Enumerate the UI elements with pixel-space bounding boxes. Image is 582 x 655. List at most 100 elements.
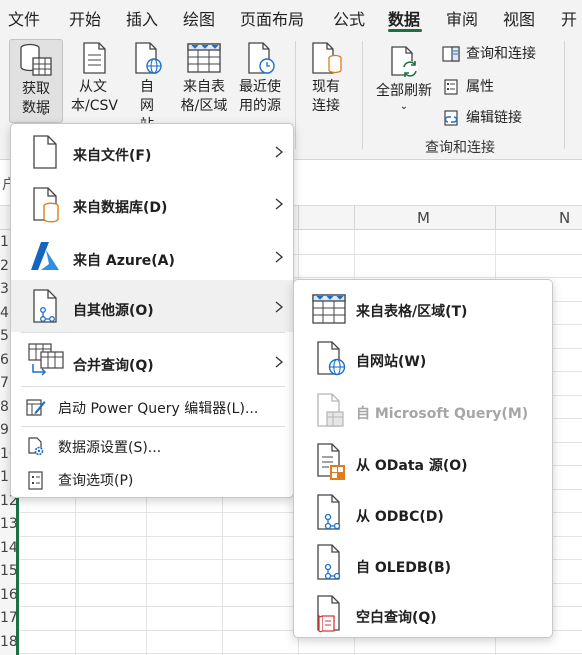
row-header[interactable]: 4 bbox=[0, 305, 9, 321]
submenu-item-from-table-range[interactable]: 来自表格/区域(T) bbox=[294, 284, 552, 334]
data-source-settings-icon bbox=[28, 437, 44, 456]
table-icon bbox=[312, 294, 346, 324]
column-header-n[interactable]: N bbox=[559, 209, 570, 227]
table-icon bbox=[187, 43, 221, 73]
file-icon bbox=[33, 135, 57, 169]
row-header[interactable]: 5 bbox=[0, 328, 9, 344]
menu-item-query-options[interactable]: 查询选项(P) bbox=[11, 464, 293, 498]
menu-item-launch-power-query[interactable]: 启动 Power Query 编辑器(L)... bbox=[11, 388, 293, 426]
tab-developer[interactable]: 开 bbox=[561, 6, 577, 30]
queries-connections-button[interactable]: 查询和连接 bbox=[442, 43, 536, 63]
edit-links-button[interactable]: 编辑链接 bbox=[442, 107, 522, 127]
get-data-menu: 来自文件(F) 来自数据库(D) 来自 Azure(A) 自其他源(O) 合并查… bbox=[10, 123, 294, 498]
tab-home[interactable]: 开始 bbox=[69, 6, 101, 30]
menu-item-from-azure[interactable]: 来自 Azure(A) bbox=[11, 230, 293, 282]
chevron-right-icon bbox=[275, 251, 284, 263]
get-data-button[interactable]: 获取数据 bbox=[9, 39, 63, 123]
tab-data[interactable]: 数据 bbox=[388, 6, 420, 30]
chevron-right-icon bbox=[275, 198, 284, 210]
combine-queries-icon bbox=[28, 343, 64, 376]
menu-item-from-database[interactable]: 来自数据库(D) bbox=[11, 178, 293, 230]
submenu-item-blank-query[interactable]: 空白查询(Q) bbox=[294, 590, 552, 638]
text-file-icon bbox=[83, 42, 106, 74]
properties-icon bbox=[444, 79, 458, 95]
menu-item-label: 来自文件(F) bbox=[73, 148, 152, 164]
submenu-item-label: 自网站(W) bbox=[356, 354, 427, 370]
menu-item-from-file[interactable]: 来自文件(F) bbox=[11, 126, 293, 178]
from-text-csv-button[interactable]: 从文本/CSV bbox=[68, 41, 118, 116]
tab-formulas[interactable]: 公式 bbox=[333, 6, 365, 30]
chevron-right-icon bbox=[275, 146, 284, 158]
menu-item-data-source-settings[interactable]: 数据源设置(S)... bbox=[11, 428, 293, 464]
row-header[interactable]: 2 bbox=[0, 258, 9, 274]
get-data-label: 获取数据 bbox=[22, 81, 50, 116]
menu-item-combine-queries[interactable]: 合并查询(Q) bbox=[11, 334, 293, 386]
row-header[interactable]: 7 bbox=[0, 375, 9, 391]
refresh-all-button[interactable]: 全部刷新 ⌄ bbox=[372, 45, 436, 113]
power-query-editor-icon bbox=[26, 399, 46, 416]
tab-page-layout[interactable]: 页面布局 bbox=[240, 6, 304, 30]
tab-draw[interactable]: 绘图 bbox=[183, 6, 215, 30]
submenu-item-from-web[interactable]: 自网站(W) bbox=[294, 334, 552, 386]
refresh-icon bbox=[391, 46, 418, 77]
menu-item-label: 查询选项(P) bbox=[58, 473, 134, 489]
odbc-icon bbox=[317, 494, 341, 530]
from-web-button[interactable]: 自网站 bbox=[125, 41, 169, 135]
row-header[interactable]: 8 bbox=[0, 399, 9, 415]
azure-icon bbox=[31, 242, 59, 270]
menu-separator bbox=[21, 332, 285, 333]
menu-item-label: 来自数据库(D) bbox=[73, 200, 168, 216]
existing-connections-label: 现有连接 bbox=[312, 79, 340, 114]
recent-clock-icon bbox=[248, 42, 275, 74]
submenu-item-from-odata[interactable]: 从 OData 源(O) bbox=[294, 436, 552, 488]
blank-query-icon bbox=[317, 595, 340, 633]
row-selection-indicator bbox=[16, 494, 19, 655]
menu-item-label: 数据源设置(S)... bbox=[58, 440, 162, 456]
recent-sources-button[interactable]: 最近使用的源 bbox=[234, 41, 286, 116]
grid-line bbox=[18, 653, 582, 654]
queries-pane-icon bbox=[442, 46, 460, 62]
tab-review[interactable]: 审阅 bbox=[446, 6, 478, 30]
get-data-chevron-down-icon: ⌄ bbox=[40, 107, 49, 118]
tab-insert[interactable]: 插入 bbox=[126, 6, 158, 30]
submenu-item-label: 自 OLEDB(B) bbox=[356, 560, 452, 576]
submenu-item-from-oledb[interactable]: 自 OLEDB(B) bbox=[294, 538, 552, 590]
refresh-all-label: 全部刷新 bbox=[376, 83, 432, 99]
query-options-icon bbox=[28, 471, 43, 490]
row-header[interactable]: 6 bbox=[0, 352, 9, 368]
recent-sources-label: 最近使用的源 bbox=[239, 79, 281, 114]
existing-connections-button[interactable]: 现有连接 bbox=[303, 41, 349, 116]
from-table-range-button[interactable]: 来自表格/区域 bbox=[176, 41, 232, 116]
row-header[interactable]: 9 bbox=[0, 422, 9, 438]
database-table-icon bbox=[20, 43, 52, 76]
oledb-icon bbox=[317, 544, 341, 580]
submenu-item-from-odbc[interactable]: 从 ODBC(D) bbox=[294, 488, 552, 538]
odata-feed-icon bbox=[317, 443, 345, 480]
other-sources-icon bbox=[33, 289, 57, 323]
properties-button[interactable]: 属性 bbox=[442, 76, 494, 96]
column-header-m[interactable]: M bbox=[417, 209, 430, 227]
submenu-item-label: 自 Microsoft Query(M) bbox=[356, 406, 529, 422]
row-header[interactable]: 1 bbox=[0, 234, 9, 250]
from-text-csv-label: 从文本/CSV bbox=[71, 79, 118, 114]
menu-bar: 文件 开始 插入 绘图 页面布局 公式 数据 审阅 视图 开 bbox=[0, 0, 582, 33]
tab-file[interactable]: 文件 bbox=[8, 6, 40, 30]
database-file-icon bbox=[33, 187, 59, 223]
refresh-chevron-down-icon: ⌄ bbox=[399, 101, 409, 112]
group-label-queries: 查询和连接 bbox=[425, 140, 495, 156]
edit-links-label: 编辑链接 bbox=[466, 110, 522, 126]
menu-separator bbox=[21, 426, 285, 427]
from-table-range-label: 来自表格/区域 bbox=[180, 79, 228, 114]
ribbon-separator bbox=[564, 41, 565, 149]
other-sources-submenu: 来自表格/区域(T) 自网站(W) 自 Microsoft Query(M) 从… bbox=[293, 279, 553, 638]
submenu-item-label: 从 ODBC(D) bbox=[356, 509, 444, 525]
menu-item-label: 自其他源(O) bbox=[73, 303, 154, 319]
ribbon-separator bbox=[362, 41, 363, 149]
menu-separator bbox=[21, 386, 285, 387]
row-header[interactable]: 3 bbox=[0, 281, 9, 297]
submenu-item-label: 来自表格/区域(T) bbox=[356, 304, 468, 320]
menu-item-label: 合并查询(Q) bbox=[73, 358, 154, 374]
tab-view[interactable]: 视图 bbox=[503, 6, 535, 30]
menu-item-label: 启动 Power Query 编辑器(L)... bbox=[58, 401, 259, 417]
menu-item-from-other-sources[interactable]: 自其他源(O) bbox=[11, 280, 293, 332]
